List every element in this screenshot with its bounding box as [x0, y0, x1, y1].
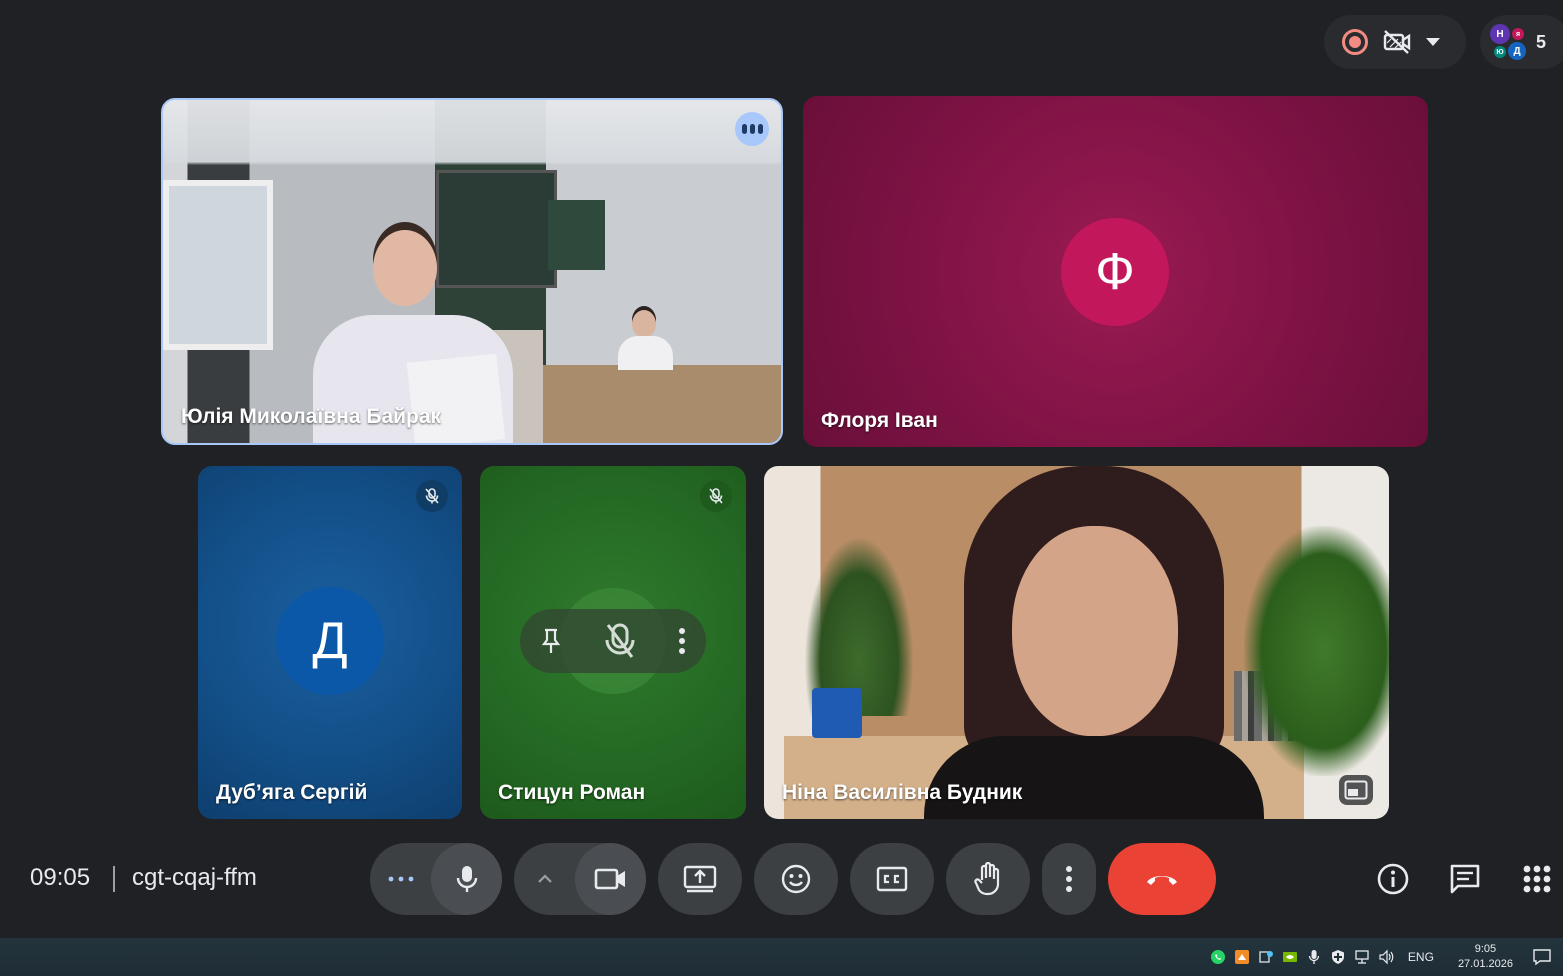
videocam-icon	[594, 867, 628, 891]
network-icon[interactable]	[1354, 949, 1370, 965]
hand-icon	[973, 862, 1003, 896]
avatar: Д	[276, 587, 384, 695]
pin-icon[interactable]	[540, 627, 562, 655]
present-to-all-icon	[683, 865, 717, 893]
chat-icon	[1448, 862, 1482, 896]
picture-in-picture-icon[interactable]	[1339, 775, 1373, 805]
volume-icon[interactable]	[1378, 949, 1394, 965]
video-background	[1244, 526, 1389, 776]
info-icon	[1376, 862, 1410, 896]
video-background	[406, 353, 506, 443]
camera-control-group	[514, 843, 646, 915]
input-language[interactable]: ENG	[1408, 950, 1434, 964]
clock-time: 9:05	[1474, 943, 1497, 955]
participant-name: Юлія Миколаївна Байрак	[181, 405, 442, 428]
participant-tile-nina[interactable]: Ніна Василівна Будник	[764, 466, 1389, 819]
mic-icon	[455, 864, 479, 894]
video-person	[618, 310, 673, 370]
camera-off-icon[interactable]	[1382, 29, 1412, 55]
call-end-icon	[1144, 871, 1180, 887]
present-screen-button[interactable]	[658, 843, 742, 915]
mute-participant-icon[interactable]	[602, 621, 638, 661]
leave-call-button[interactable]	[1108, 843, 1216, 915]
app-tray-icon[interactable]	[1234, 949, 1250, 965]
video-background	[812, 688, 862, 738]
camera-button[interactable]	[575, 843, 646, 915]
avatar: Н	[1490, 24, 1510, 44]
recording-icon	[1342, 29, 1368, 55]
apps-grid-icon	[1522, 864, 1552, 894]
participants-count: 5	[1536, 31, 1547, 52]
more-horiz-icon[interactable]	[370, 843, 431, 915]
participant-name: Флоря Іван	[821, 409, 938, 432]
more-vert-icon[interactable]	[678, 627, 686, 655]
mic-off-icon	[416, 480, 448, 512]
whatsapp-icon[interactable]	[1210, 949, 1226, 965]
microphone-button[interactable]	[431, 843, 502, 915]
participant-name: Дуб’яга Сергій	[216, 781, 368, 804]
avatar: Ф	[1061, 218, 1169, 326]
closed-caption-icon	[876, 866, 908, 892]
meeting-details-button[interactable]	[1372, 858, 1414, 900]
recording-controls[interactable]	[1324, 15, 1466, 69]
participant-name: Ніна Василівна Будник	[782, 781, 1023, 804]
participant-tile-floria[interactable]: Ф Флоря Іван	[803, 96, 1428, 447]
video-background	[548, 200, 605, 270]
chevron-up-icon[interactable]	[514, 843, 575, 915]
notifications-icon[interactable]	[1531, 949, 1553, 966]
raise-hand-button[interactable]	[946, 843, 1030, 915]
os-taskbar: ENG 9:05 27.01.2026	[0, 938, 1563, 976]
video-person	[924, 466, 1264, 819]
participant-tile-yulia[interactable]: Юлія Миколаївна Байрак	[161, 98, 783, 445]
mic-off-icon	[700, 480, 732, 512]
system-clock[interactable]: 9:05 27.01.2026	[1458, 942, 1513, 972]
system-tray: ENG 9:05 27.01.2026	[1210, 938, 1563, 976]
avatar: Ю	[1494, 46, 1506, 58]
video-background	[543, 365, 781, 443]
microphone-tray-icon[interactable]	[1306, 949, 1322, 965]
chat-button[interactable]	[1444, 858, 1486, 900]
participants-button[interactable]: Н я Ю Д 5	[1480, 15, 1563, 69]
meeting-time: 09:05	[30, 864, 91, 891]
avatar: я	[1512, 28, 1524, 40]
more-vert-icon	[1065, 865, 1073, 893]
participant-avatars: Н я Ю Д	[1490, 24, 1526, 60]
reactions-button[interactable]	[754, 843, 838, 915]
emoji-icon	[780, 863, 812, 895]
tile-hover-toolbar	[520, 609, 706, 673]
clock-date: 27.01.2026	[1457, 958, 1513, 970]
captions-button[interactable]	[850, 843, 934, 915]
chevron-down-icon[interactable]	[1426, 38, 1440, 46]
avatar: Д	[1508, 42, 1526, 60]
more-options-button[interactable]	[1042, 843, 1096, 915]
participant-tile-dubyaga[interactable]: Д Дуб’яга Сергій	[198, 466, 462, 819]
meeting-code: cgt-cqaj-ffm	[132, 864, 257, 891]
participant-name: Стицун Роман	[498, 781, 646, 804]
nvidia-icon[interactable]	[1282, 949, 1298, 965]
speaking-indicator-icon	[735, 112, 769, 146]
activities-button[interactable]	[1516, 858, 1558, 900]
participant-tile-stytsun[interactable]: Стицун Роман	[480, 466, 746, 819]
video-background	[163, 180, 273, 350]
mic-control-group	[370, 843, 502, 915]
sync-icon[interactable]	[1258, 949, 1274, 965]
divider	[113, 866, 115, 892]
security-shield-icon[interactable]	[1330, 949, 1346, 965]
